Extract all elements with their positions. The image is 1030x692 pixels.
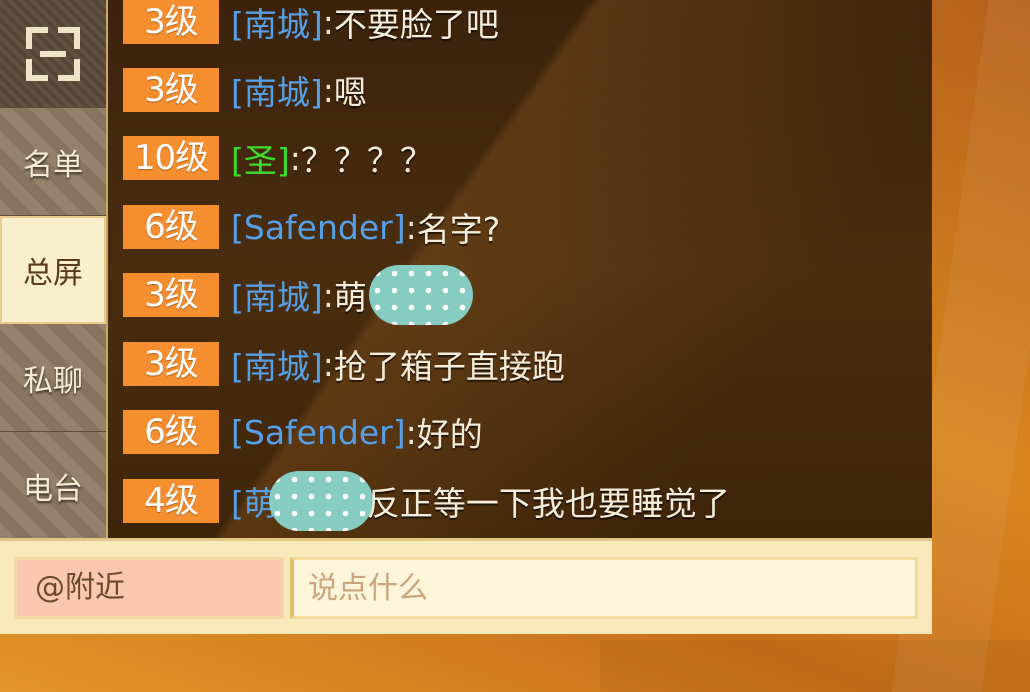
redaction-mark xyxy=(268,471,373,531)
chat-sidebar: 名单 总屏 私聊 电台 xyxy=(0,0,108,540)
message-text: 萌 xyxy=(333,278,367,317)
sender-name[interactable]: [Safender] xyxy=(231,208,406,247)
level-badge: 10级 xyxy=(123,136,219,180)
chat-input-bar: @附近 xyxy=(0,538,932,634)
message-text: 反正等一下我也要睡觉了 xyxy=(366,484,730,523)
message-separator: : xyxy=(322,344,334,384)
tab-private-chat-label: 私聊 xyxy=(23,363,83,399)
chat-message: 6级 [Safender] : 好的 xyxy=(123,408,483,456)
chat-message: 3级 [南城] : 抢了箱子直接跑 xyxy=(123,340,565,388)
chat-message-list[interactable]: 3级 [南城] : 不要脸了吧 3级 [南城] : 嗯 10级 [圣] : ？？… xyxy=(108,0,932,540)
background-shard xyxy=(600,640,1030,692)
message-text: 好的 xyxy=(416,415,483,454)
level-badge: 3级 xyxy=(123,68,219,112)
tab-radio[interactable]: 电台 xyxy=(0,432,106,540)
chat-message: 6级 [Safender] : 名字? xyxy=(123,203,500,251)
chat-message: 4级 [萌 反正等一下我也要睡觉了 xyxy=(123,471,730,531)
tab-roster[interactable]: 名单 xyxy=(0,108,106,216)
message-separator: : xyxy=(405,412,417,452)
message-text: 名字? xyxy=(416,210,501,249)
tab-roster-label: 名单 xyxy=(23,147,83,183)
message-separator: : xyxy=(322,275,334,315)
tab-all-chat-label: 总屏 xyxy=(23,256,83,291)
sender-name[interactable]: [Safender] xyxy=(231,413,406,452)
sender-name[interactable]: [南城] xyxy=(231,271,323,319)
redaction-mark xyxy=(368,265,473,325)
message-text: 嗯 xyxy=(333,73,367,112)
level-badge: 3级 xyxy=(123,0,219,44)
tab-radio-label: 电台 xyxy=(23,471,83,507)
expand-chat-button[interactable] xyxy=(0,0,106,108)
message-separator: : xyxy=(322,2,334,42)
chat-message: 3级 [南城] : 嗯 xyxy=(123,66,367,114)
message-text: 抢了箱子直接跑 xyxy=(333,347,565,386)
sender-name[interactable]: [圣] xyxy=(231,134,290,182)
message-text: 不要脸了吧 xyxy=(333,5,499,44)
chat-message: 3级 [南城] : 萌 xyxy=(123,265,473,325)
message-separator: : xyxy=(322,70,334,110)
level-badge: 4级 xyxy=(123,479,219,523)
level-badge: 3级 xyxy=(123,342,219,386)
expand-icon xyxy=(24,25,82,83)
sender-name[interactable]: [南城] xyxy=(231,340,323,388)
chat-message: 10级 [圣] : ？？？？ xyxy=(123,134,433,182)
message-separator: : xyxy=(405,207,417,247)
level-badge: 3级 xyxy=(123,273,219,317)
level-badge: 6级 xyxy=(123,410,219,454)
tab-private-chat[interactable]: 私聊 xyxy=(0,324,106,432)
message-separator: : xyxy=(289,138,301,178)
chat-message: 3级 [南城] : 不要脸了吧 xyxy=(123,0,499,46)
channel-selector[interactable]: @附近 xyxy=(14,557,284,619)
tab-all-chat[interactable]: 总屏 xyxy=(0,216,106,324)
message-input[interactable] xyxy=(290,557,918,619)
sender-name[interactable]: [南城] xyxy=(231,0,323,46)
sender-name[interactable]: [南城] xyxy=(231,66,323,114)
message-text: ？？？？ xyxy=(300,141,433,180)
level-badge: 6级 xyxy=(123,205,219,249)
